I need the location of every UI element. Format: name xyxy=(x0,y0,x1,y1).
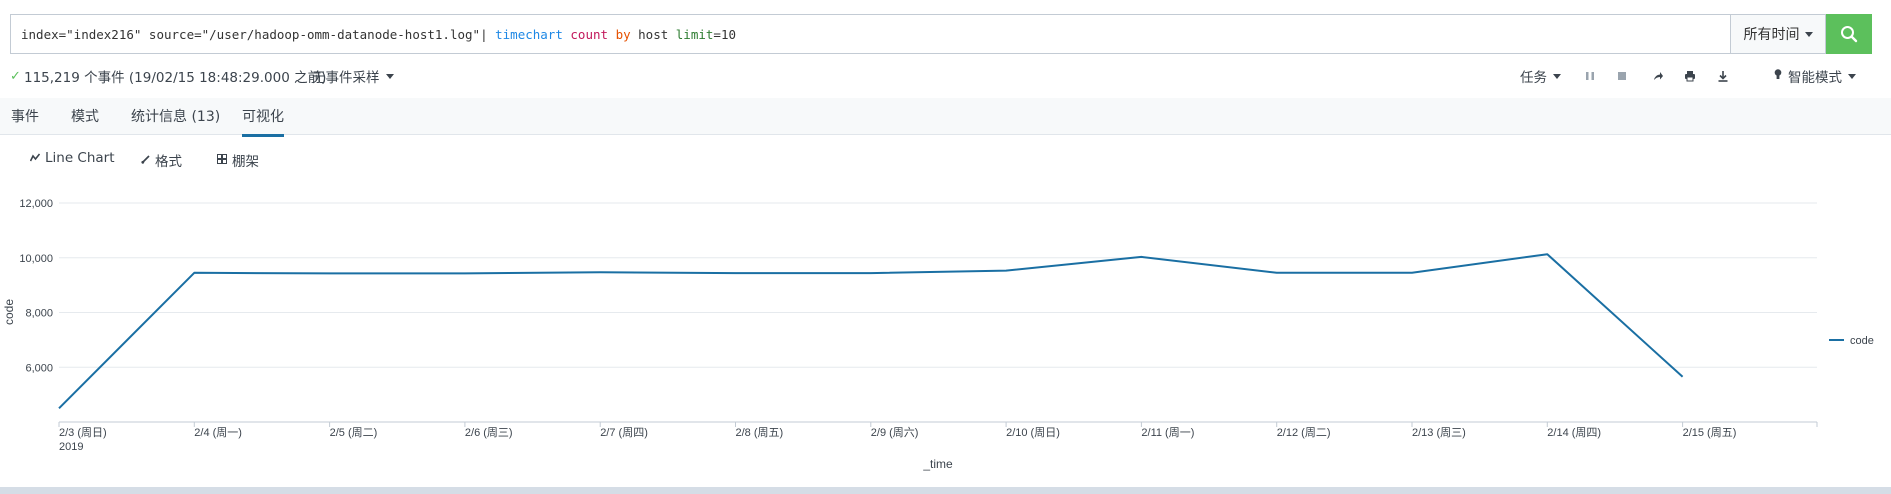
footer-divider xyxy=(0,487,1891,494)
x-tick-label: 2/12 (周二) xyxy=(1277,426,1331,439)
search-mode-label: 智能模式 xyxy=(1788,70,1842,86)
x-tick-label: 2/6 (周三) xyxy=(465,426,513,439)
tab-visualization[interactable]: 可视化 xyxy=(242,106,284,137)
search-bar: index="index216" source="/user/hadoop-om… xyxy=(10,14,1872,54)
query-token: =10 xyxy=(713,26,736,42)
export-icon[interactable] xyxy=(1716,69,1730,83)
trellis-button[interactable]: 棚架 xyxy=(217,150,259,170)
line-chart: 6,0008,00010,00012,000 2/3 (周日) 2/4 (周一) 2… xyxy=(2,198,1874,471)
x-tick-label: 2/10 (周日) xyxy=(1006,426,1060,439)
trellis-label: 棚架 xyxy=(232,154,259,170)
results-tabs: 事件 模式 统计信息 (13) 可视化 xyxy=(0,98,1891,137)
chart-legend[interactable]: code xyxy=(1829,335,1874,347)
event-count-label: 115,219 个事件 (19/02/15 18:48:29.000 之前) xyxy=(24,70,327,86)
chart-series xyxy=(58,253,1684,410)
chart-gridlines xyxy=(59,202,1817,368)
y-tick-label: 6,000 xyxy=(25,362,53,374)
y-tick-label: 8,000 xyxy=(25,308,53,320)
x-tick-label: 2/14 (周四) xyxy=(1547,426,1601,439)
search-query-input[interactable]: index="index216" source="/user/hadoop-om… xyxy=(10,14,1730,54)
series-line-code xyxy=(58,253,1684,410)
job-status-bar: ✓ 115,219 个事件 (19/02/15 18:48:29.000 之前)… xyxy=(0,58,1891,94)
search-mode-menu[interactable]: 智能模式 xyxy=(1774,66,1856,86)
chart-type-label: Line Chart xyxy=(45,150,115,166)
chevron-down-icon xyxy=(1804,31,1813,37)
chevron-down-icon xyxy=(385,73,394,79)
y-tick-label: 12,000 xyxy=(19,198,53,210)
query-token: host xyxy=(630,26,676,42)
format-label: 格式 xyxy=(155,154,182,170)
share-icon[interactable] xyxy=(1651,69,1665,83)
line-chart-icon xyxy=(29,152,41,165)
search-button[interactable] xyxy=(1826,14,1872,54)
query-token: by xyxy=(615,26,631,42)
time-range-picker[interactable]: 所有时间 xyxy=(1730,14,1826,54)
y-axis-title: code xyxy=(2,299,16,325)
x-tick-label: 2/8 (周五) xyxy=(736,426,784,439)
print-icon[interactable] xyxy=(1683,69,1697,83)
time-range-label: 所有时间 xyxy=(1743,27,1800,43)
event-sampling-label: 无事件采样 xyxy=(312,70,380,86)
query-token: count xyxy=(570,26,609,42)
x-tick-label: 2/4 (周一) xyxy=(194,426,242,439)
check-icon: ✓ xyxy=(10,68,21,84)
query-token: timechart xyxy=(495,26,563,42)
x-tick-label: 2/11 (周一) xyxy=(1141,426,1194,439)
query-token: limit xyxy=(675,26,714,42)
y-tick-label: 10,000 xyxy=(19,253,53,265)
x-tick-label: 2/5 (周二) xyxy=(330,426,378,439)
tab-patterns[interactable]: 模式 xyxy=(71,106,99,134)
event-sampling-menu[interactable]: 无事件采样 xyxy=(312,66,394,86)
tab-statistics[interactable]: 统计信息 (13) xyxy=(131,106,220,134)
y-axis: 6,000 8,000 10,000 12,000 xyxy=(19,198,53,374)
x-tick-label: 2/7 (周四) xyxy=(600,426,648,439)
query-token xyxy=(608,27,616,42)
x-year-label: 2019 xyxy=(59,441,83,453)
format-button[interactable]: 格式 xyxy=(141,150,182,170)
legend-label: code xyxy=(1850,335,1874,347)
x-tick-label: 2/15 (周五) xyxy=(1683,426,1737,439)
x-axis-title: _time xyxy=(922,457,953,471)
search-icon xyxy=(1841,26,1858,43)
grid-icon xyxy=(217,153,227,167)
x-tick-label: 2/3 (周日) xyxy=(59,426,107,439)
chevron-down-icon xyxy=(1848,73,1856,79)
stop-icon[interactable] xyxy=(1615,69,1629,83)
tab-events[interactable]: 事件 xyxy=(11,106,39,134)
pause-icon[interactable] xyxy=(1583,69,1597,83)
query-token xyxy=(563,27,571,42)
job-menu[interactable]: 任务 xyxy=(1520,66,1561,86)
chart-type-button[interactable]: Line Chart xyxy=(29,150,115,166)
brush-icon xyxy=(141,154,150,167)
x-tick-label: 2/13 (周三) xyxy=(1412,426,1466,439)
job-menu-label: 任务 xyxy=(1520,70,1547,86)
x-tick-label: 2/9 (周六) xyxy=(871,426,919,439)
lightbulb-icon xyxy=(1774,69,1782,83)
query-token: index="index216" source="/user/hadoop-om… xyxy=(21,26,496,42)
chevron-down-icon xyxy=(1553,73,1561,79)
x-axis: 2/3 (周日) 2/4 (周一) 2/5 (周二) 2/6 (周三) 2/7 (周四)… xyxy=(58,421,1818,453)
